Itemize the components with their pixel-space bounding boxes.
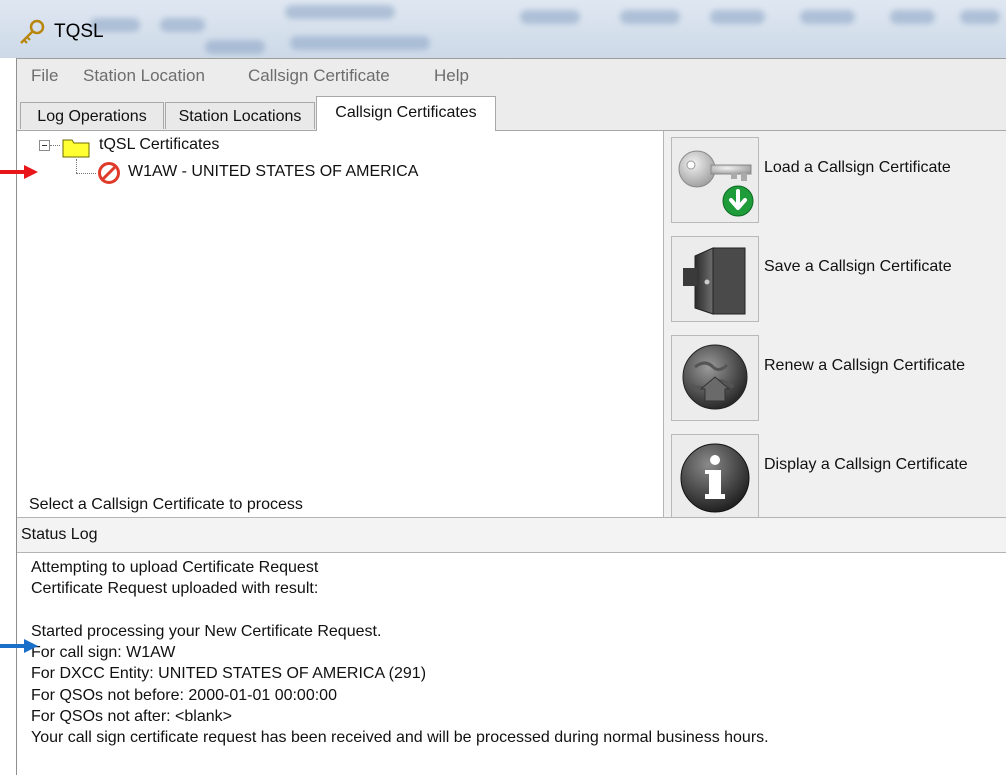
menu-station-location[interactable]: Station Location: [83, 66, 205, 86]
tab-bar: Log Operations Station Locations Callsig…: [17, 93, 1006, 131]
main-window: File Station Location Callsign Certifica…: [16, 58, 1006, 775]
globe-home-icon: [682, 344, 748, 410]
selection-hint: Select a Callsign Certificate to process: [29, 496, 303, 513]
load-certificate-label[interactable]: Load a Callsign Certificate: [764, 159, 951, 177]
log-line: Certificate Request uploaded with result…: [31, 580, 319, 597]
key-app-icon: [20, 19, 45, 44]
tab-station-locations[interactable]: Station Locations: [165, 102, 315, 129]
window-title: TQSL: [54, 21, 104, 42]
log-line: Your call sign certificate request has b…: [31, 729, 769, 746]
key-download-icon: [678, 150, 754, 217]
renew-certificate-button[interactable]: [671, 335, 759, 421]
tree-root-label[interactable]: tQSL Certificates: [99, 136, 219, 154]
tab-log-operations[interactable]: Log Operations: [20, 102, 164, 129]
blue-arrow-annotation: [0, 639, 38, 653]
menu-file[interactable]: File: [31, 66, 58, 86]
title-bar: TQSL: [0, 0, 1006, 58]
menu-help[interactable]: Help: [434, 66, 469, 86]
log-line: For DXCC Entity: UNITED STATES OF AMERIC…: [31, 665, 427, 682]
log-line: Started processing your New Certificate …: [31, 623, 382, 640]
folder-icon: [62, 139, 90, 158]
status-log-title: Status Log: [21, 526, 98, 543]
no-entry-icon: [98, 162, 120, 184]
menu-bar: File Station Location Callsign Certifica…: [17, 59, 1006, 93]
tree-item-w1aw[interactable]: W1AW - UNITED STATES OF AMERICA: [128, 163, 418, 181]
collapse-toggle[interactable]: [39, 140, 50, 151]
log-line: For QSOs not before: 2000-01-01 00:00:00: [31, 687, 337, 704]
renew-certificate-label[interactable]: Renew a Callsign Certificate: [764, 357, 965, 375]
log-line: For QSOs not after: <blank>: [31, 708, 232, 725]
red-arrow-annotation: [0, 165, 38, 179]
certificate-tree[interactable]: tQSL Certificates W1AW - UNITED STATES O…: [17, 131, 664, 517]
log-line: For call sign: W1AW: [31, 644, 176, 661]
save-certificate-button[interactable]: [671, 236, 759, 322]
info-icon: [680, 443, 750, 513]
certificates-panel: tQSL Certificates W1AW - UNITED STATES O…: [17, 131, 1006, 520]
save-certificate-label[interactable]: Save a Callsign Certificate: [764, 258, 952, 276]
status-log[interactable]: Attempting to upload Certificate Request…: [17, 553, 1006, 775]
menu-callsign-certificate[interactable]: Callsign Certificate: [248, 66, 390, 86]
action-panel: Load a Callsign Certificate Save a Calls…: [664, 131, 1006, 520]
display-certificate-label[interactable]: Display a Callsign Certificate: [764, 456, 968, 474]
load-certificate-button[interactable]: [671, 137, 759, 223]
log-line: Attempting to upload Certificate Request: [31, 559, 319, 576]
door-icon: [683, 247, 746, 315]
display-certificate-button[interactable]: [671, 434, 759, 520]
status-log-header: Status Log: [17, 517, 1006, 553]
tab-callsign-certificates[interactable]: Callsign Certificates: [316, 96, 496, 131]
